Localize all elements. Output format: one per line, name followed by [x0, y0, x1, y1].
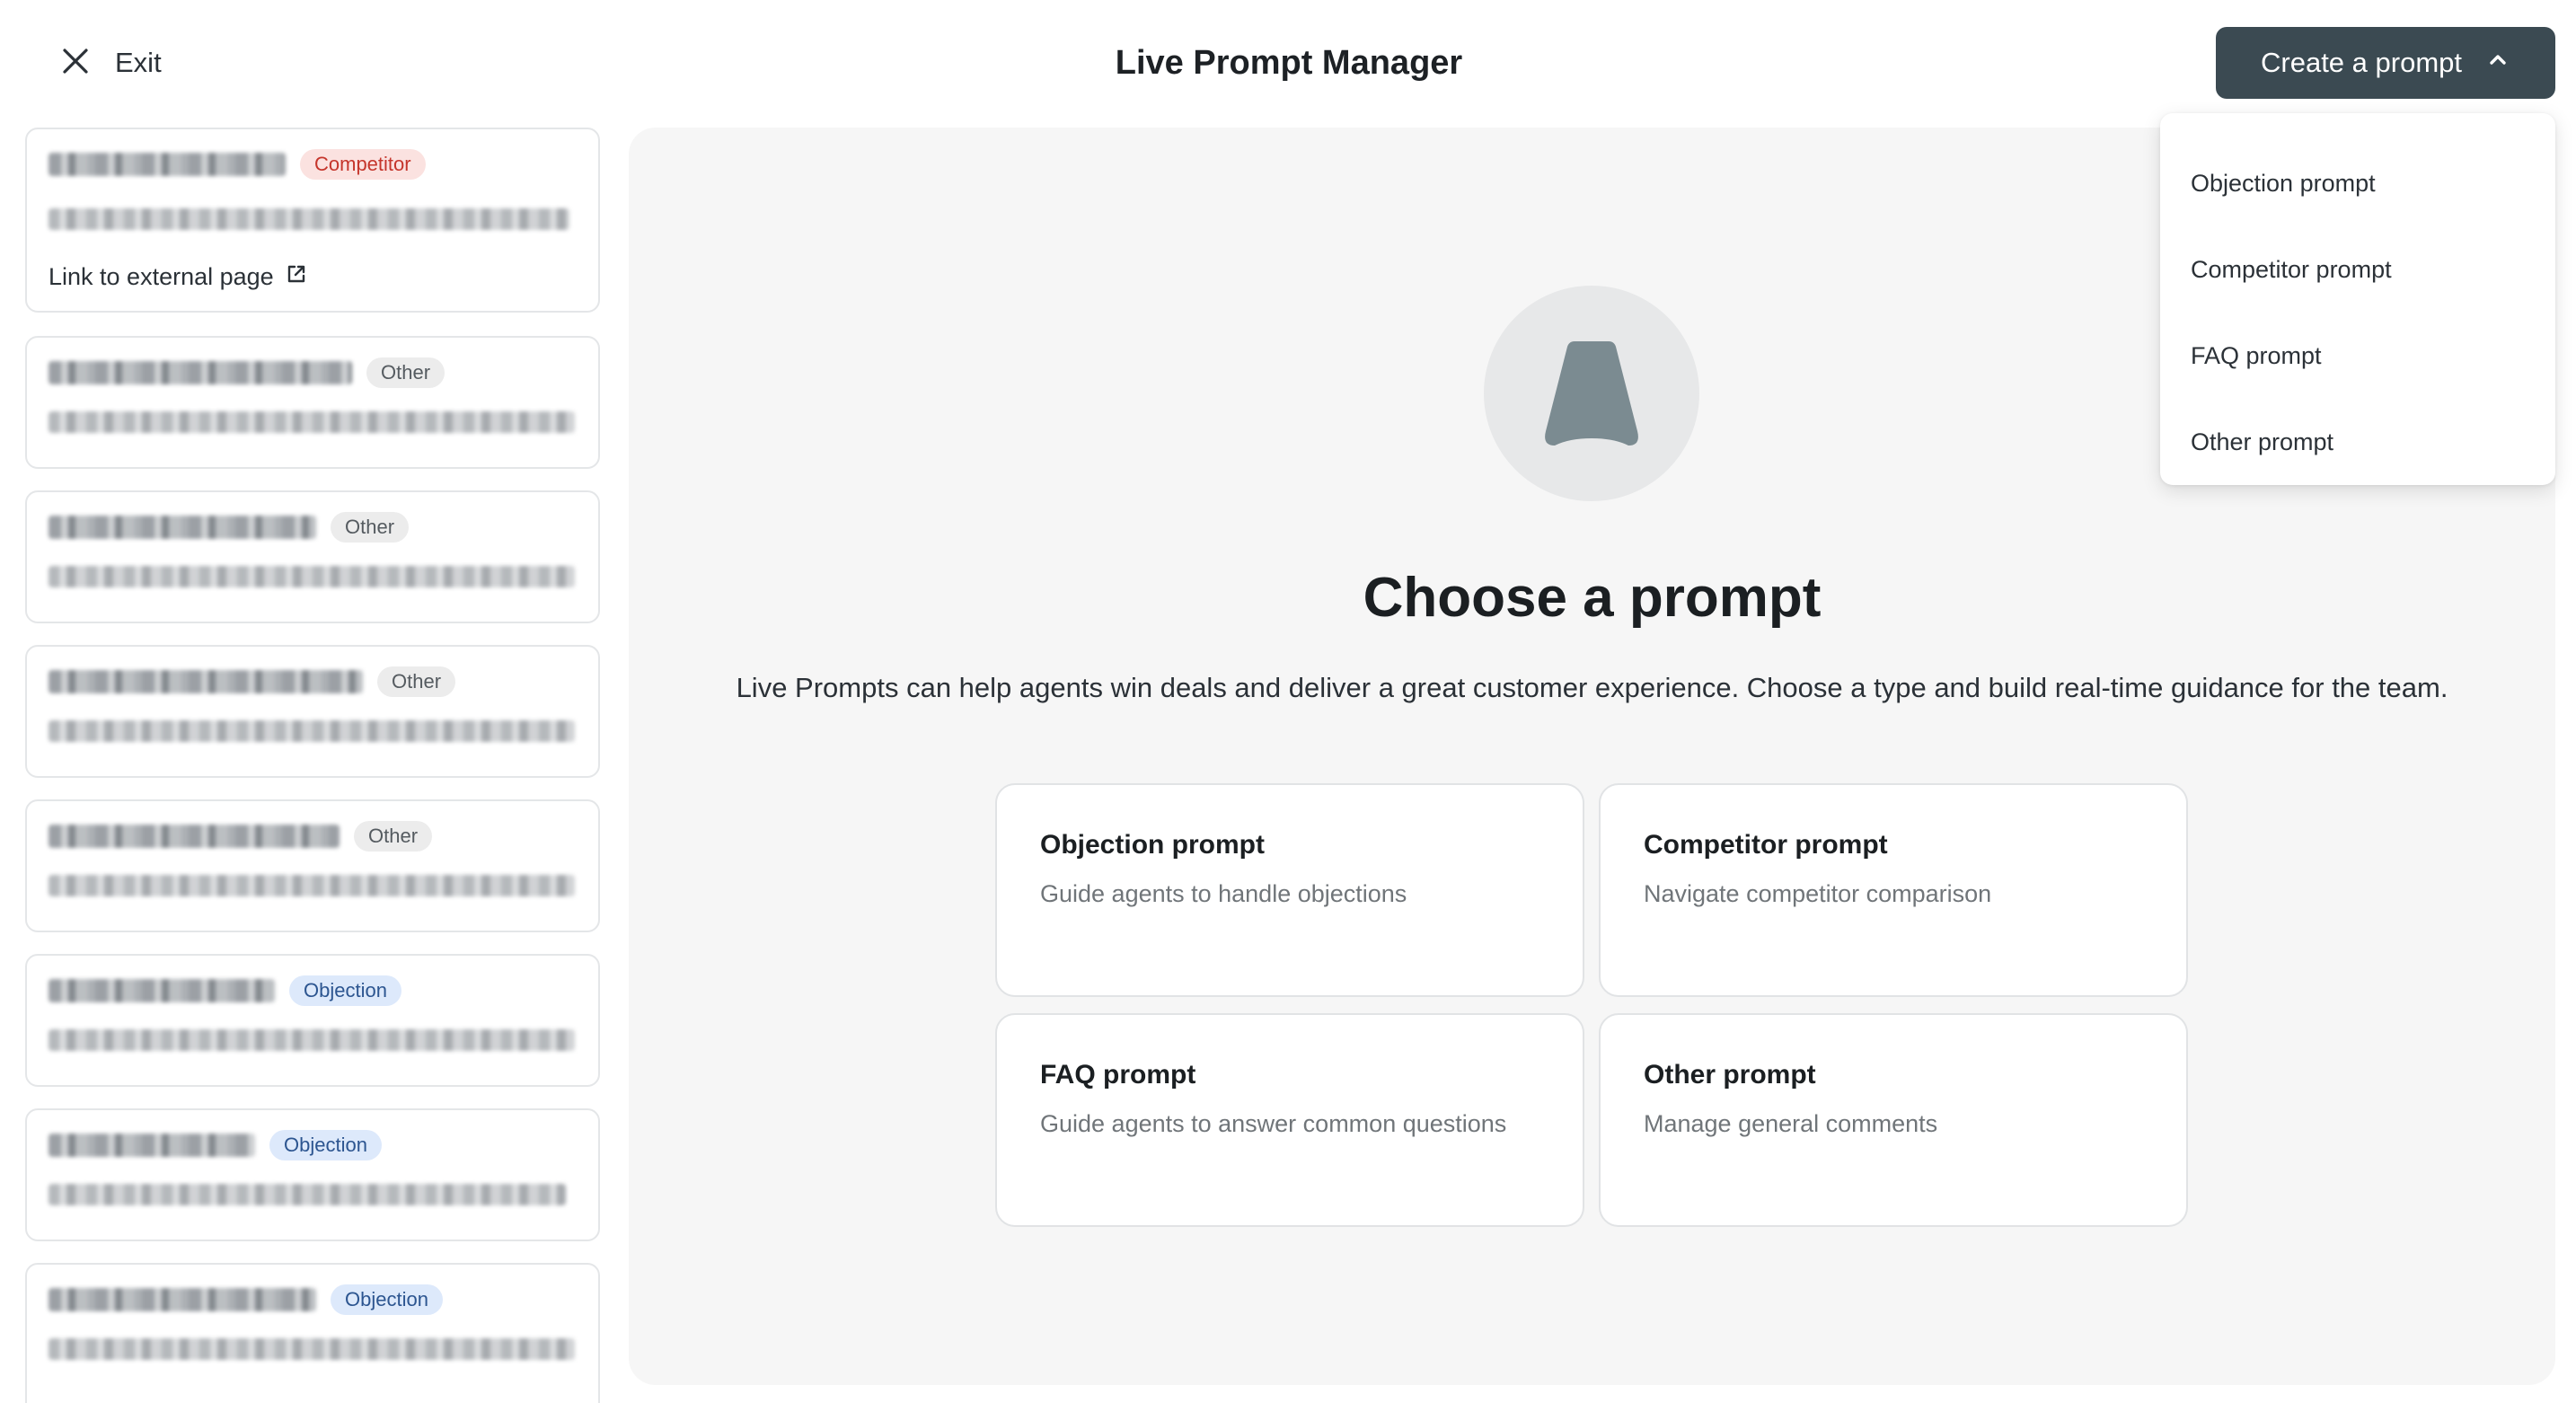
prompt-title-redacted	[49, 1288, 316, 1311]
option-description: Guide agents to handle objections	[1040, 880, 1407, 907]
prompt-description-redacted	[49, 875, 575, 896]
prompt-description-redacted	[49, 720, 575, 742]
choose-prompt-title: Choose a prompt	[1363, 567, 1822, 629]
option-card-competitor-prompt[interactable]: Competitor prompt Navigate competitor co…	[1599, 783, 2188, 997]
create-prompt-button[interactable]: Create a prompt	[2216, 27, 2555, 99]
type-badge: Other	[354, 821, 433, 852]
type-badge: Competitor	[300, 149, 426, 180]
prompt-card[interactable]: Objection	[25, 1263, 600, 1403]
option-title: Objection prompt	[1040, 830, 1265, 860]
link-label: Link to external page	[49, 263, 274, 290]
page-title: Live Prompt Manager	[1115, 44, 1463, 82]
prompt-description-redacted	[49, 1338, 575, 1360]
option-card-objection-prompt[interactable]: Objection prompt Guide agents to handle …	[995, 783, 1584, 997]
prompt-card[interactable]: Other	[25, 490, 600, 623]
prompt-card[interactable]: Other	[25, 336, 600, 469]
exit-button[interactable]: Exit	[57, 40, 162, 86]
option-description: Guide agents to answer common questions	[1040, 1110, 1507, 1137]
exit-label: Exit	[115, 47, 162, 78]
type-badge: Other	[366, 357, 446, 388]
prompt-title-redacted	[49, 825, 340, 848]
prompt-card[interactable]: Other	[25, 645, 600, 778]
logo-a-icon	[1545, 341, 1638, 446]
prompt-title-redacted	[49, 516, 316, 539]
type-badge: Other	[331, 512, 410, 543]
prompt-title-redacted	[49, 153, 286, 176]
type-badge: Objection	[269, 1130, 382, 1160]
menu-item-other-prompt[interactable]: Other prompt	[2160, 399, 2555, 485]
option-title: Competitor prompt	[1644, 830, 1888, 860]
option-card-other-prompt[interactable]: Other prompt Manage general comments	[1599, 1013, 2188, 1227]
option-description: Navigate competitor comparison	[1644, 880, 1992, 907]
prompt-title-redacted	[49, 979, 275, 1002]
menu-item-objection-prompt[interactable]: Objection prompt	[2160, 140, 2555, 226]
option-card-faq-prompt[interactable]: FAQ prompt Guide agents to answer common…	[995, 1013, 1584, 1227]
prompt-card[interactable]: Competitor Link to external page	[25, 128, 600, 313]
type-badge: Objection	[331, 1284, 443, 1315]
create-prompt-label: Create a prompt	[2261, 47, 2462, 78]
prompt-title-redacted	[49, 1134, 255, 1157]
type-badge: Other	[377, 666, 456, 697]
external-link-icon	[285, 262, 308, 292]
prompt-description-redacted	[49, 411, 575, 433]
option-description: Manage general comments	[1644, 1110, 1938, 1137]
close-icon	[57, 43, 93, 84]
menu-item-competitor-prompt[interactable]: Competitor prompt	[2160, 226, 2555, 313]
option-title: FAQ prompt	[1040, 1060, 1196, 1090]
option-title: Other prompt	[1644, 1060, 1816, 1090]
prompt-card[interactable]: Other	[25, 799, 600, 932]
external-page-link[interactable]: Link to external page	[49, 262, 308, 292]
create-prompt-menu: Objection prompt Competitor prompt FAQ p…	[2160, 113, 2555, 485]
menu-item-faq-prompt[interactable]: FAQ prompt	[2160, 313, 2555, 399]
prompt-description-redacted	[49, 1184, 566, 1205]
prompt-description-redacted	[49, 1029, 575, 1051]
prompt-title-redacted	[49, 670, 363, 693]
prompt-title-redacted	[49, 361, 352, 384]
prompt-card[interactable]: Objection	[25, 954, 600, 1087]
prompt-list: Competitor Link to external page Other O…	[25, 128, 600, 1403]
prompt-card[interactable]: Objection	[25, 1108, 600, 1241]
chevron-up-icon	[2485, 47, 2510, 79]
type-badge: Objection	[289, 975, 401, 1006]
choose-prompt-description: Live Prompts can help agents win deals a…	[736, 672, 2448, 703]
app-logo	[1484, 286, 1699, 501]
prompt-description-redacted	[49, 566, 575, 587]
prompt-description-redacted	[49, 208, 569, 230]
